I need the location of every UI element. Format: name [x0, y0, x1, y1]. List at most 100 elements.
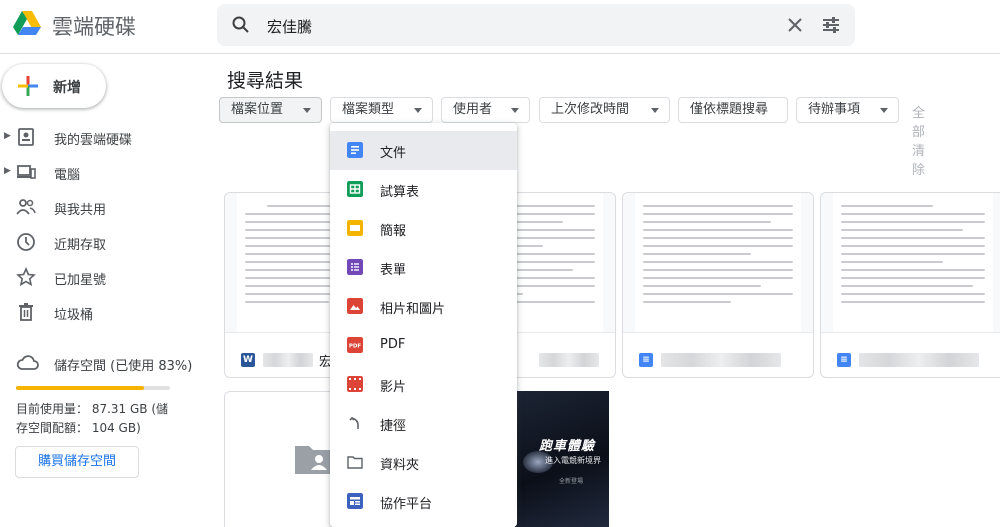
image-icon: [347, 298, 363, 314]
cloud-icon: [16, 355, 39, 370]
document-preview: [635, 193, 801, 332]
filter-chip-label: 上次修改時間: [551, 102, 630, 117]
poster-title: 跑車體驗: [539, 439, 596, 454]
search-options-icon[interactable]: [821, 15, 841, 35]
menu-item-label: 相片和圖片: [380, 302, 446, 317]
menu-item-documents[interactable]: 文件: [330, 131, 517, 170]
filter-location-chip[interactable]: 檔案位置: [219, 97, 322, 123]
file-name-redacted: [661, 353, 781, 367]
storage-quota-text: 存空間配額： 104 GB): [16, 421, 141, 435]
clock-icon: [17, 233, 35, 251]
clear-all-button[interactable]: 全部清除: [912, 102, 925, 178]
file-thumbnail: [623, 193, 813, 333]
file-thumbnail: [821, 193, 1000, 333]
filter-file-type-chip[interactable]: 檔案類型: [330, 97, 433, 123]
menu-item-pdf[interactable]: PDF PDF: [330, 326, 517, 365]
menu-item-label: 協作平台: [380, 497, 433, 512]
menu-item-label: 試算表: [380, 185, 420, 200]
sidebar-item-label: 與我共用: [54, 203, 107, 218]
sidebar-item-recent[interactable]: 近期存取: [0, 225, 200, 260]
storage-usage-bar: [16, 386, 170, 390]
sidebar-item-label: 已加星號: [54, 273, 107, 288]
new-button-label: 新增: [53, 80, 81, 96]
sidebar-item-shared[interactable]: 與我共用: [0, 190, 200, 225]
menu-item-folders[interactable]: 資料夾: [330, 443, 517, 482]
page-title: 搜尋結果: [227, 70, 304, 92]
filter-action-items-chip[interactable]: 待辦事項: [796, 97, 899, 123]
menu-item-sites[interactable]: 協作平台: [330, 482, 517, 521]
menu-item-label: 表單: [380, 263, 407, 278]
sites-icon: [347, 493, 363, 509]
filter-modified-chip[interactable]: 上次修改時間: [539, 97, 670, 123]
menu-item-label: 簡報: [380, 224, 407, 239]
sidebar-item-starred[interactable]: 已加星號: [0, 260, 200, 295]
my-drive-icon: [18, 128, 34, 146]
sidebar-item-label: 電腦: [54, 168, 81, 183]
sidebar-nav: ▶ 我的雲端硬碟 ▶ 電腦 與我共用 近期存取 已加星號 垃圾桶: [0, 120, 200, 330]
sidebar-item-label: 垃圾桶: [54, 308, 94, 323]
chevron-down-icon: [880, 108, 888, 113]
word-file-icon: W: [241, 353, 255, 367]
computer-icon: [17, 165, 36, 179]
star-icon: [16, 267, 36, 287]
file-name-redacted: [859, 353, 979, 367]
docs-file-icon: ≡: [639, 353, 653, 367]
search-input[interactable]: 宏佳騰: [267, 16, 312, 37]
menu-item-label: 資料夾: [380, 458, 420, 473]
file-card-footer: ≡: [821, 342, 1000, 377]
file-card-footer: ≡: [623, 342, 813, 377]
menu-item-spreadsheets[interactable]: 試算表: [330, 170, 517, 209]
filter-title-only-chip[interactable]: 僅依標題搜尋: [678, 97, 788, 123]
top-bar: 雲端硬碟 宏佳騰: [0, 0, 1000, 54]
chevron-down-icon: [651, 108, 659, 113]
docs-icon: [347, 142, 363, 158]
forms-icon: [347, 259, 363, 275]
drive-logo-icon[interactable]: [12, 8, 42, 38]
expand-arrow-icon[interactable]: ▶: [4, 131, 11, 141]
expand-arrow-icon[interactable]: ▶: [4, 166, 11, 176]
image-file-thumbnail[interactable]: 跑車體驗 進入電競新境界 全新登場: [515, 391, 609, 527]
app-title: 雲端硬碟: [52, 15, 136, 39]
file-name-redacted: [263, 353, 313, 367]
filter-user-chip[interactable]: 使用者: [441, 97, 530, 123]
buy-storage-button[interactable]: 購買儲存空間: [15, 446, 139, 478]
file-card[interactable]: ≡: [622, 192, 814, 378]
search-bar[interactable]: 宏佳騰: [217, 4, 855, 46]
sidebar-item-my-drive[interactable]: ▶ 我的雲端硬碟: [0, 120, 200, 155]
filter-chip-label: 待辦事項: [808, 102, 861, 117]
menu-item-label: 影片: [380, 380, 407, 395]
slides-icon: [347, 220, 363, 236]
menu-item-videos[interactable]: 影片: [330, 365, 517, 404]
sidebar-item-label: 我的雲端硬碟: [54, 133, 133, 148]
menu-item-label: PDF: [380, 337, 406, 352]
filter-chip-label: 檔案位置: [231, 102, 284, 117]
search-icon[interactable]: [231, 15, 251, 35]
trash-icon: [19, 303, 33, 321]
new-button[interactable]: 新增: [2, 64, 106, 108]
menu-item-shortcuts[interactable]: 捷徑: [330, 404, 517, 443]
menu-item-images[interactable]: 相片和圖片: [330, 287, 517, 326]
sidebar-item-trash[interactable]: 垃圾桶: [0, 295, 200, 330]
storage-usage-fill: [16, 386, 144, 390]
chevron-down-icon: [303, 108, 311, 113]
sidebar-item-computers[interactable]: ▶ 電腦: [0, 155, 200, 190]
shared-icon: [16, 199, 36, 215]
chevron-down-icon: [511, 108, 519, 113]
file-name-redacted: [539, 353, 599, 367]
docs-file-icon: ≡: [837, 353, 851, 367]
folder-icon: [347, 456, 363, 469]
menu-item-label: 捷徑: [380, 419, 407, 434]
poster-subtitle: 進入電競新境界: [545, 456, 601, 465]
svg-text:PDF: PDF: [349, 344, 362, 350]
document-preview: [833, 193, 993, 332]
file-card[interactable]: ≡: [820, 192, 1000, 378]
menu-item-presentations[interactable]: 簡報: [330, 209, 517, 248]
plus-icon: [18, 76, 38, 96]
pdf-icon: PDF: [347, 337, 363, 353]
storage-label[interactable]: 儲存空間 (已使用 83%): [54, 355, 192, 374]
filter-chip-label: 使用者: [453, 102, 493, 117]
menu-item-forms[interactable]: 表單: [330, 248, 517, 287]
filter-chip-label: 僅依標題搜尋: [690, 102, 769, 117]
shared-folder-icon: [295, 446, 331, 474]
clear-search-icon[interactable]: [785, 15, 805, 35]
